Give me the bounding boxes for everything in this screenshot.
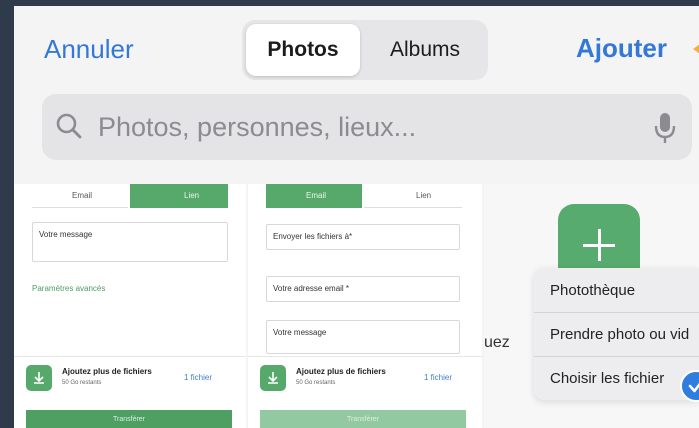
mini-recipient-field: Envoyer les fichiers à* <box>266 224 460 250</box>
search-icon <box>56 113 82 139</box>
pointer-mark-icon <box>693 42 699 56</box>
mini-tabs: Email Lien <box>32 184 232 208</box>
menu-item-choose-files: Choisir les fichier <box>550 370 665 387</box>
cancel-button[interactable]: Annuler <box>44 34 134 65</box>
mini-add-files-bar: Ajoutez plus de fichiers 50 Go restants … <box>248 356 482 402</box>
mini-tab-email: Email <box>72 191 93 200</box>
mini-message-field: Votre message <box>266 320 460 354</box>
tab-photos[interactable]: Photos <box>246 24 360 76</box>
search-field[interactable]: Photos, personnes, lieux... <box>42 94 692 160</box>
search-input[interactable]: Photos, personnes, lieux... <box>98 112 416 143</box>
menu-item-take-photo: Prendre photo ou vid <box>550 326 690 343</box>
mini-advanced-link: Paramètres avancés <box>32 284 106 293</box>
mini-action-menu: Photothèque Prendre photo ou vid Choisir… <box>534 268 699 400</box>
mini-tabs: Email Lien <box>266 184 466 208</box>
tab-albums[interactable]: Albums <box>366 24 484 76</box>
download-icon <box>26 365 52 391</box>
download-icon <box>260 365 286 391</box>
add-button[interactable]: Ajouter <box>576 33 667 64</box>
photo-thumbnail-2[interactable]: Email Lien Envoyer les fichiers à* Votre… <box>248 184 482 428</box>
mini-tab-link: Lien <box>416 191 432 200</box>
mini-message-field: Votre message <box>32 222 228 262</box>
microphone-icon[interactable] <box>654 112 676 144</box>
photo-thumbnail-3[interactable]: uez Photothèque Prendre photo ou vid Cho… <box>484 184 699 428</box>
mini-tab-link: Lien <box>184 191 200 200</box>
fragment-text: uez <box>484 334 510 351</box>
menu-item-phototheque: Photothèque <box>550 282 636 299</box>
selected-check-icon <box>680 370 699 402</box>
mini-transfer-button: Transférer <box>260 410 466 428</box>
mini-email-field: Votre adresse email * <box>266 276 460 302</box>
mini-add-files-bar: Ajoutez plus de fichiers 50 Go restants … <box>14 356 246 402</box>
mini-transfer-button: Transférer <box>26 410 232 428</box>
photo-thumbnail-1[interactable]: Email Lien Votre message Paramètres avan… <box>14 184 246 428</box>
mini-tab-email: Email <box>306 191 327 200</box>
photo-picker-sheet: Annuler Photos Albums Ajouter Photos, pe… <box>14 6 699 428</box>
segmented-control: Photos Albums <box>242 20 488 80</box>
